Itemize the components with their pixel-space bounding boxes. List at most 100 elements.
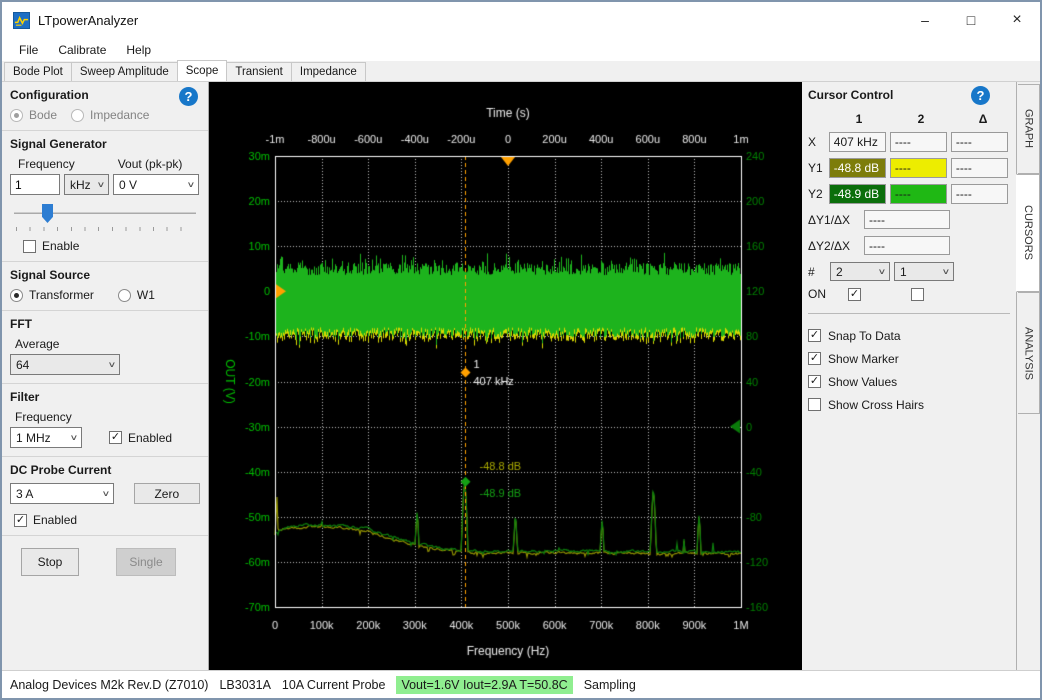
scope-chart[interactable]	[209, 82, 802, 670]
zero-button[interactable]: Zero	[134, 483, 200, 504]
dc-probe-enabled-label: Enabled	[33, 513, 77, 527]
vout-select[interactable]: 0 V∨	[113, 174, 199, 195]
filter-frequency-label: Frequency	[15, 410, 200, 424]
filter-frequency-select[interactable]: 1 MHz∨	[10, 427, 82, 448]
cursor-on-row: ON ✓	[808, 287, 1012, 301]
y1-value-delta: ----	[951, 158, 1008, 178]
show-values-label: Show Values	[828, 375, 897, 389]
signal-source-section: Signal Source Transformer W1	[2, 262, 208, 311]
filter-section: Filter Frequency 1 MHz∨ ✓ Enabled	[2, 384, 208, 457]
side-tab-graph[interactable]: GRAPH	[1018, 84, 1040, 174]
y2-label: Y2	[808, 187, 829, 201]
column-2-header: 2	[892, 112, 950, 126]
column-delta-header: Δ	[954, 112, 1012, 126]
status-probe: 10A Current Probe	[282, 678, 386, 692]
radio-w1-label: W1	[137, 288, 155, 302]
radio-transformer[interactable]	[10, 289, 23, 302]
filter-enabled-checkbox[interactable]: ✓	[109, 431, 122, 444]
tab-scope[interactable]: Scope	[177, 60, 228, 81]
chevron-down-icon: ∨	[187, 180, 196, 189]
side-tab-analysis[interactable]: ANALYSIS	[1018, 292, 1040, 414]
cursor-y1-row: Y1 -48.8 dB ---- ----	[808, 158, 1012, 178]
dy2-value: ----	[864, 236, 950, 255]
radio-transformer-label: Transformer	[29, 288, 94, 302]
x-label: X	[808, 135, 829, 149]
left-panel: Configuration ? Bode Impedance Signal Ge…	[2, 82, 209, 670]
radio-bode[interactable]	[10, 109, 23, 122]
y2-value-2: ----	[890, 184, 947, 204]
help-icon[interactable]: ?	[179, 87, 198, 106]
frequency-label: Frequency	[18, 157, 75, 171]
x-value-1: 407 kHz	[829, 132, 886, 152]
dc-probe-enabled-checkbox[interactable]: ✓	[14, 514, 27, 527]
menu-help[interactable]: Help	[116, 38, 161, 61]
dc-probe-title: DC Probe Current	[10, 463, 200, 477]
status-device: Analog Devices M2k Rev.D (Z7010)	[10, 678, 208, 692]
y1-value-1: -48.8 dB	[829, 158, 886, 178]
number-label: #	[808, 265, 830, 279]
show-marker-label: Show Marker	[828, 352, 899, 366]
dc-probe-current-select[interactable]: 3 A∨	[10, 483, 114, 504]
minimize-button[interactable]: –	[902, 2, 948, 38]
app-icon	[13, 12, 30, 29]
main-area: Configuration ? Bode Impedance Signal Ge…	[2, 82, 1040, 670]
cursor-1-on-checkbox[interactable]: ✓	[848, 288, 861, 301]
cursor-2-on-checkbox[interactable]	[911, 288, 924, 301]
side-tab-strip: GRAPH CURSORS ANALYSIS	[1016, 82, 1040, 670]
chevron-down-icon: ∨	[101, 489, 110, 498]
tab-bode-plot[interactable]: Bode Plot	[4, 62, 72, 81]
configuration-title: Configuration	[10, 88, 200, 102]
menu-bar: File Calibrate Help	[2, 38, 1040, 61]
menu-file[interactable]: File	[9, 38, 48, 61]
status-board: LB3031A	[219, 678, 270, 692]
snap-to-data-row: ✓ Snap To Data	[808, 324, 1012, 347]
maximize-button[interactable]: □	[948, 2, 994, 38]
frequency-input[interactable]	[10, 174, 60, 195]
stop-button[interactable]: Stop	[21, 548, 79, 576]
cursor-2-number-select[interactable]: 1∨	[894, 262, 954, 281]
tab-impedance[interactable]: Impedance	[291, 62, 366, 81]
show-cross-hairs-label: Show Cross Hairs	[828, 398, 924, 412]
fft-section: FFT Average 64∨	[2, 311, 208, 384]
window-title: LTpowerAnalyzer	[38, 13, 138, 28]
snap-to-data-label: Snap To Data	[828, 329, 901, 343]
enable-checkbox[interactable]	[23, 240, 36, 253]
y1-label: Y1	[808, 161, 829, 175]
dy1-value: ----	[864, 210, 950, 229]
show-marker-checkbox[interactable]: ✓	[808, 352, 821, 365]
dy1-row: ΔY1/ΔX ----	[808, 210, 1012, 229]
show-values-row: ✓ Show Values	[808, 370, 1012, 393]
show-cross-hairs-checkbox[interactable]	[808, 398, 821, 411]
cursor-control-title: Cursor Control ?	[808, 88, 1012, 102]
tab-sweep-amplitude[interactable]: Sweep Amplitude	[71, 62, 178, 81]
app-window: LTpowerAnalyzer – □ × File Calibrate Hel…	[0, 0, 1042, 700]
show-values-checkbox[interactable]: ✓	[808, 375, 821, 388]
radio-impedance[interactable]	[71, 109, 84, 122]
chevron-down-icon: ∨	[70, 433, 79, 442]
cursor-1-number-select[interactable]: 2∨	[830, 262, 890, 281]
radio-impedance-label: Impedance	[90, 108, 149, 122]
tab-transient[interactable]: Transient	[226, 62, 292, 81]
radio-w1[interactable]	[118, 289, 131, 302]
average-label: Average	[15, 337, 200, 351]
menu-calibrate[interactable]: Calibrate	[48, 38, 116, 61]
help-icon[interactable]: ?	[971, 86, 990, 105]
slider-track[interactable]	[14, 212, 196, 214]
chevron-down-icon: ∨	[942, 267, 951, 276]
slider-handle[interactable]	[42, 204, 53, 223]
dy2-label: ΔY2/ΔX	[808, 239, 864, 253]
configuration-section: Configuration ? Bode Impedance	[2, 82, 208, 131]
side-tab-cursors[interactable]: CURSORS	[1016, 174, 1040, 292]
radio-bode-label: Bode	[29, 108, 57, 122]
show-cross-hairs-row: Show Cross Hairs	[808, 393, 1012, 416]
single-button[interactable]: Single	[116, 548, 176, 576]
average-select[interactable]: 64∨	[10, 354, 120, 375]
cursor-column-headers: 1 2 Δ	[808, 112, 1012, 126]
snap-to-data-checkbox[interactable]: ✓	[808, 329, 821, 342]
title-bar: LTpowerAnalyzer – □ ×	[2, 2, 1040, 38]
chevron-down-icon: ∨	[97, 180, 106, 189]
close-button[interactable]: ×	[994, 2, 1040, 38]
frequency-unit-select[interactable]: kHz∨	[64, 174, 109, 195]
signal-generator-title: Signal Generator	[10, 137, 200, 151]
tab-bar: Bode Plot Sweep Amplitude Scope Transien…	[2, 61, 1040, 82]
